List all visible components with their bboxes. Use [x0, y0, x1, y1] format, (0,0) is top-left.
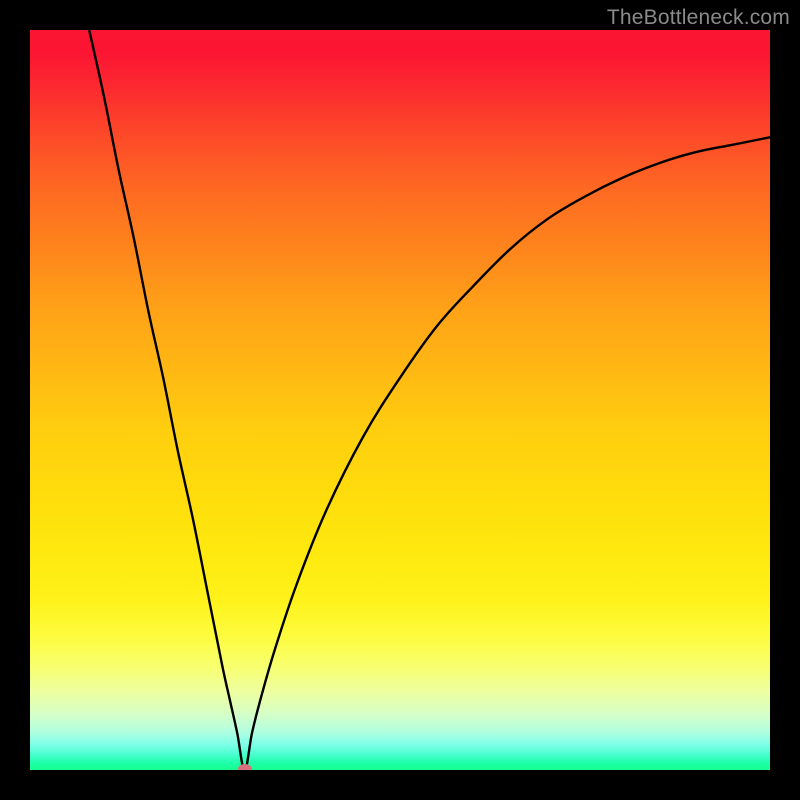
watermark-text: TheBottleneck.com — [607, 6, 790, 30]
curve-minimum-marker — [238, 764, 252, 770]
bottleneck-curve — [30, 30, 770, 770]
plot-area — [30, 30, 770, 770]
chart-frame: TheBottleneck.com — [0, 0, 800, 800]
